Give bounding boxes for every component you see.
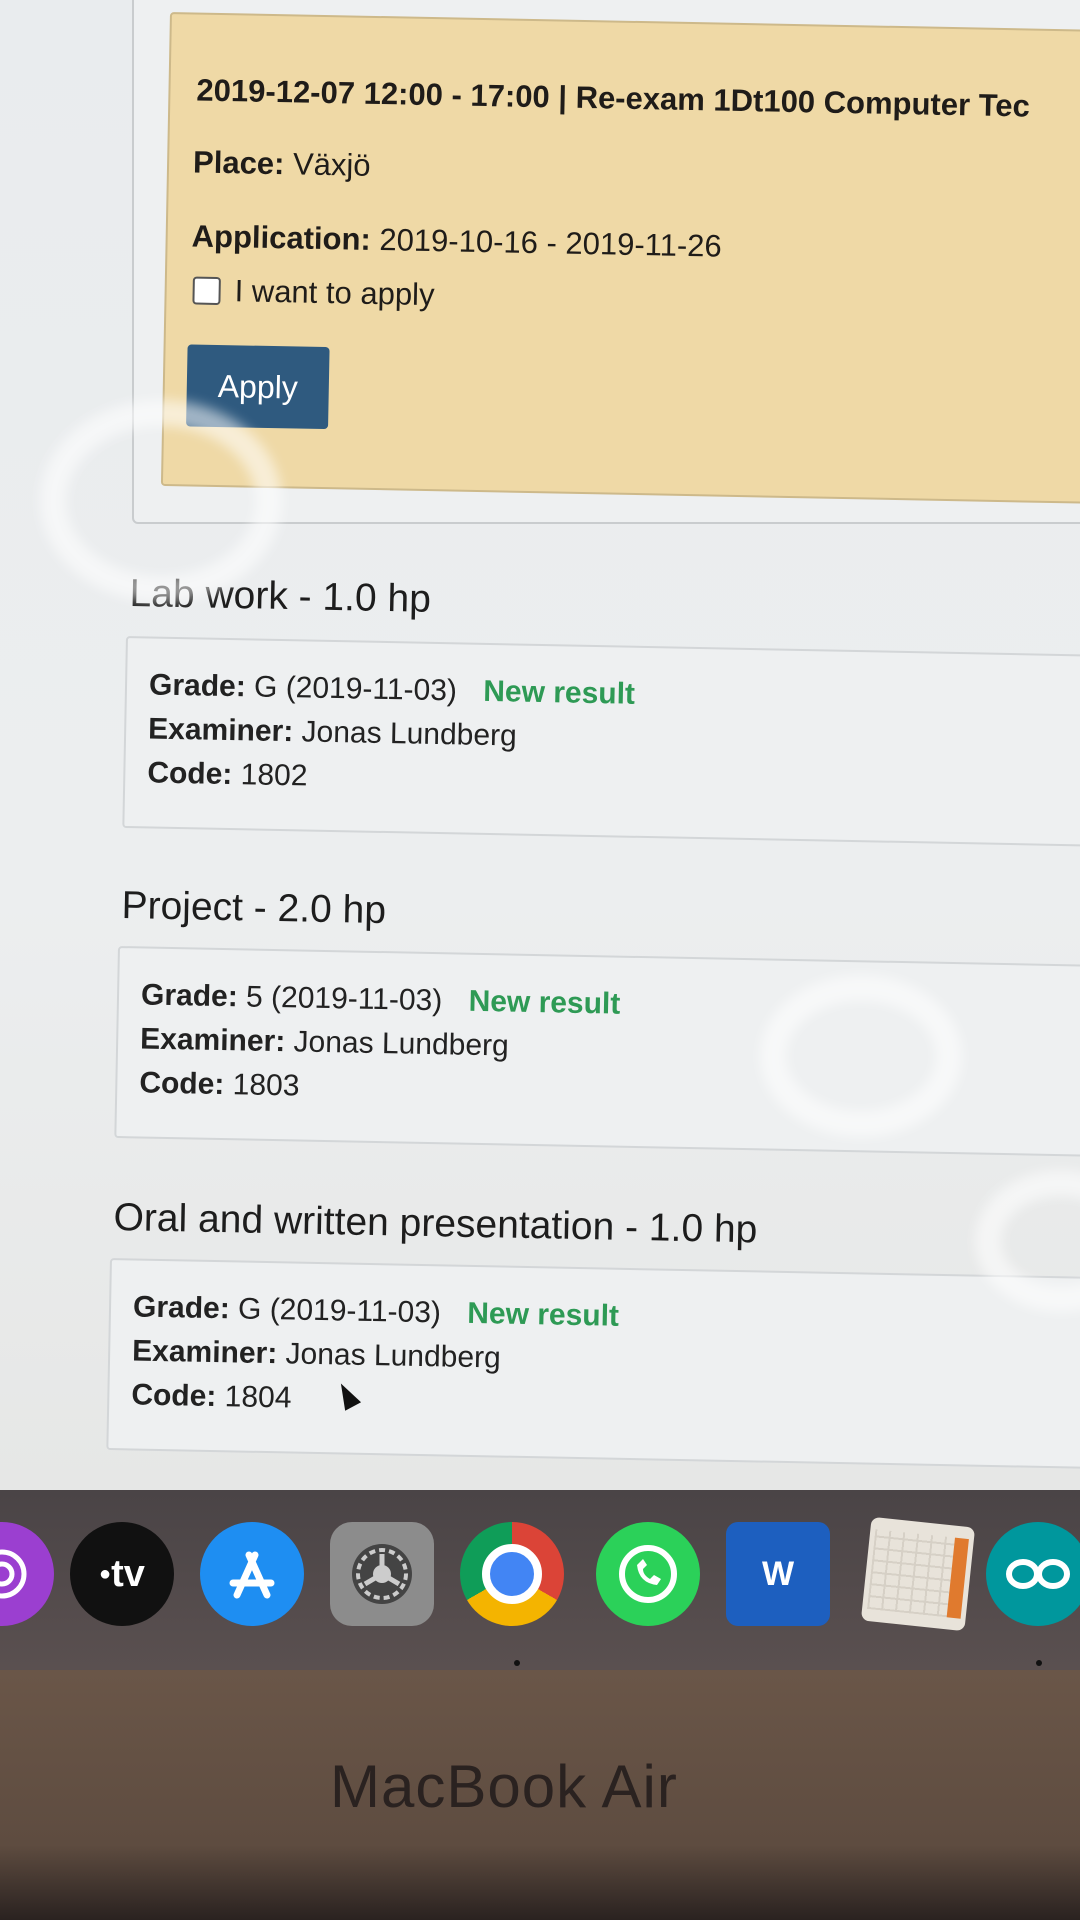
macbook-air-logo: MacBook Air [330, 1753, 678, 1820]
examiner-value: Jonas Lundberg [293, 1025, 510, 1063]
examiner-label: Examiner: [147, 712, 294, 749]
module-card-lab-work: Grade: G (2019-11-03) New result Examine… [122, 636, 1080, 848]
code-value: 1804 [224, 1380, 292, 1415]
word-icon[interactable]: W [726, 1522, 830, 1626]
podcasts-icon[interactable] [0, 1522, 54, 1626]
grade-value: G (2019-11-03) [253, 670, 458, 708]
module-card-presentation: Grade: G (2019-11-03) New result Examine… [106, 1258, 1080, 1470]
macos-dock: ● tv W [0, 1490, 1080, 1670]
running-indicator [514, 1660, 520, 1666]
browser-screen: 2019-12-07 12:00 - 17:00 | Re-exam 1Dt10… [0, 0, 1080, 1490]
code-value: 1803 [232, 1068, 300, 1103]
arduino-icon[interactable] [986, 1522, 1080, 1626]
screen-glare [760, 975, 962, 1137]
new-result-badge: New result [482, 674, 636, 711]
exam-application: Application: 2019-10-16 - 2019-11-26 [191, 218, 722, 264]
code-line: Code: 1802 [147, 756, 308, 793]
new-result-badge: New result [468, 984, 621, 1021]
apply-checkbox-row[interactable]: I want to apply [192, 272, 435, 313]
code-value: 1802 [240, 758, 308, 793]
examiner-line: Examiner: Jonas Lundberg [132, 1334, 501, 1375]
code-label: Code: [147, 756, 233, 792]
apply-checkbox[interactable] [192, 276, 221, 306]
application-value: 2019-10-16 - 2019-11-26 [379, 222, 723, 264]
chrome-icon[interactable] [460, 1522, 564, 1626]
grade-value: 5 (2019-11-03) [245, 980, 443, 1018]
examiner-value: Jonas Lundberg [285, 1337, 502, 1375]
examiner-value: Jonas Lundberg [301, 715, 518, 753]
code-label: Code: [139, 1066, 225, 1102]
place-label: Place: [192, 144, 285, 182]
app-store-icon[interactable] [200, 1522, 304, 1626]
re-exam-box: 2019-12-07 12:00 - 17:00 | Re-exam 1Dt10… [160, 12, 1080, 505]
grade-line: Grade: G (2019-11-03) New result [133, 1290, 620, 1333]
screen-glare [40, 400, 282, 602]
apple-tv-icon[interactable]: ● tv [70, 1522, 174, 1626]
grade-label: Grade: [140, 978, 239, 1014]
examiner-label: Examiner: [131, 1334, 278, 1371]
tv-label: tv [111, 1552, 145, 1595]
grade-line: Grade: 5 (2019-11-03) New result [141, 978, 621, 1021]
examiner-line: Examiner: Jonas Lundberg [140, 1022, 509, 1063]
running-indicator [1036, 1660, 1042, 1666]
exam-place: Place: Växjö [193, 144, 371, 183]
grade-label: Grade: [148, 668, 247, 704]
grade-label: Grade: [132, 1290, 231, 1326]
code-label: Code: [131, 1378, 217, 1414]
exam-title: 2019-12-07 12:00 - 17:00 | Re-exam 1Dt10… [196, 72, 1031, 124]
examiner-label: Examiner: [139, 1022, 286, 1059]
grade-value: G (2019-11-03) [237, 1292, 442, 1330]
system-preferences-icon[interactable] [330, 1522, 434, 1626]
code-line: Code: 1804 [131, 1378, 292, 1415]
examiner-line: Examiner: Jonas Lundberg [148, 712, 517, 753]
code-line: Code: 1803 [139, 1066, 300, 1103]
module-title-presentation: Oral and written presentation - 1.0 hp [113, 1196, 758, 1252]
whatsapp-icon[interactable] [596, 1522, 700, 1626]
place-value: Växjö [292, 146, 371, 183]
calendar-sheet-icon[interactable] [860, 1516, 976, 1632]
apply-checkbox-label: I want to apply [234, 273, 435, 313]
grade-line: Grade: G (2019-11-03) New result [149, 668, 636, 711]
module-title-project: Project - 2.0 hp [121, 884, 387, 933]
application-label: Application: [191, 218, 372, 257]
new-result-badge: New result [466, 1296, 620, 1333]
word-label: W [761, 1554, 795, 1593]
